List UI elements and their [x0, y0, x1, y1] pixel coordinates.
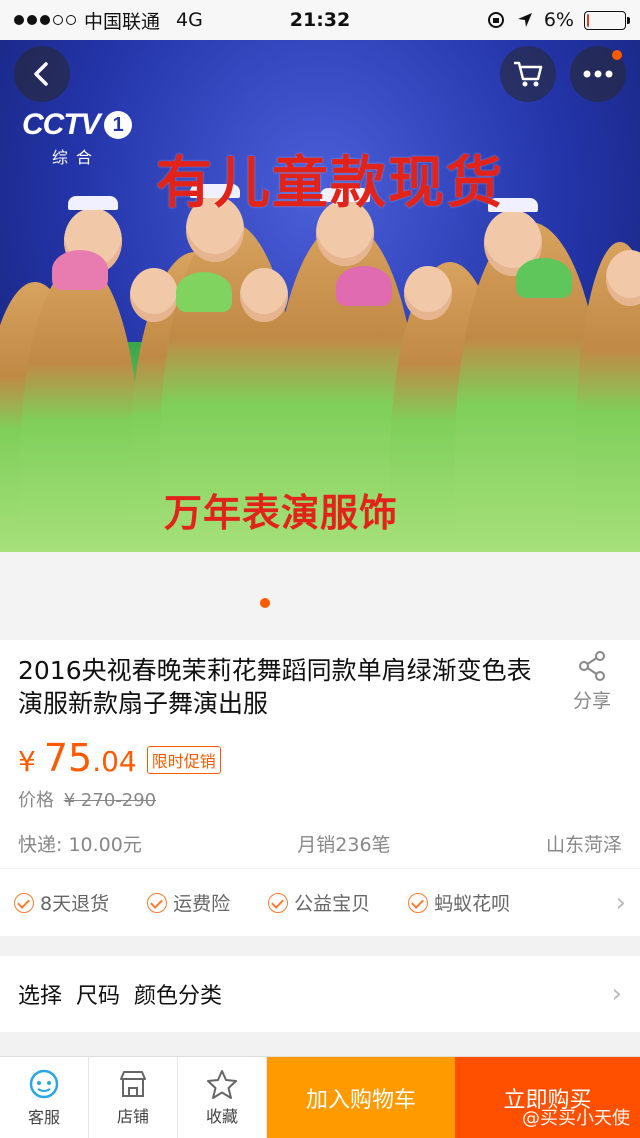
monthly-sales: 月销236笔	[297, 834, 391, 856]
original-price-value: ¥ 270-290	[63, 790, 157, 811]
color-option-label: 颜色分类	[134, 984, 223, 1009]
battery-percent: 6%	[543, 9, 574, 31]
service-label: 运费险	[173, 893, 231, 915]
promo-badge: 限时促销	[146, 746, 221, 774]
bottom-action-bar: 客服 店铺 收藏 加入购物车 立即购买 @买买小天使	[0, 1056, 640, 1138]
cart-button[interactable]	[500, 46, 556, 102]
service-item: 公益宝贝	[268, 889, 370, 916]
check-circle-icon	[408, 892, 429, 913]
rotation-lock-icon	[487, 12, 504, 28]
service-label: 蚂蚁花呗	[434, 893, 511, 915]
chevron-right-icon: ›	[611, 979, 622, 1009]
ship-from-location: 山东菏泽	[545, 834, 622, 856]
battery-icon	[584, 10, 630, 30]
size-option-label: 尺码	[76, 984, 121, 1009]
star-icon	[207, 1069, 237, 1099]
price: ¥ 75 .04 限时促销	[18, 736, 221, 780]
share-icon	[579, 651, 605, 681]
sku-selector[interactable]: 选择 尺码 颜色分类 ›	[0, 956, 640, 1032]
logo-channel: 1	[103, 111, 132, 139]
share-label: 分享	[572, 690, 611, 712]
cart-icon	[514, 61, 543, 87]
product-page: 中国联通 4G 21:32 6% CCTV 1 综合 有儿童款现货 万年表演服饰…	[0, 0, 640, 1138]
signal-icon	[14, 15, 76, 25]
product-info: 2016央视春晚茉莉花舞蹈同款单肩绿渐变色表演服新款扇子舞演出服 分享 ¥ 75…	[0, 640, 640, 936]
carousel-dot-active[interactable]	[260, 598, 270, 608]
chat-bubble-icon	[29, 1069, 59, 1098]
service-item: 8天退货	[14, 889, 109, 916]
battery-level	[587, 13, 590, 27]
price-integer: 75	[43, 736, 93, 780]
product-meta: 快递: 10.00元 月销236笔 山东菏泽	[18, 830, 622, 857]
network-type: 4G	[176, 9, 203, 31]
back-button[interactable]	[14, 46, 70, 102]
status-bar: 中国联通 4G 21:32 6%	[0, 0, 640, 40]
cctv-logo: CCTV 1 综合	[22, 108, 132, 168]
service-label: 8天退货	[40, 893, 110, 915]
buy-now-button[interactable]: 立即购买 @买买小天使	[455, 1057, 640, 1138]
favorite-button[interactable]: 收藏	[178, 1057, 267, 1138]
favorite-label: 收藏	[205, 1106, 238, 1126]
price-currency: ¥	[18, 745, 36, 778]
service-label: 公益宝贝	[294, 893, 371, 915]
product-image-carousel[interactable]: CCTV 1 综合 有儿童款现货	[0, 40, 640, 552]
service-item: 运费险	[147, 889, 230, 916]
logo-subtitle: 综合	[52, 148, 101, 167]
customer-service-label: 客服	[27, 1107, 60, 1127]
service-guarantees[interactable]: 8天退货 运费险 公益宝贝 蚂蚁花呗 ›	[0, 868, 640, 936]
original-price: 价格 ¥ 270-290	[18, 786, 156, 812]
hero-caption: 万年表演服饰	[164, 491, 399, 535]
carrier-name: 中国联通	[84, 10, 161, 33]
shop-label: 店铺	[116, 1106, 149, 1126]
check-circle-icon	[14, 892, 34, 913]
check-circle-icon	[268, 892, 289, 913]
more-dots-icon	[583, 70, 613, 78]
chevron-right-icon: ›	[615, 887, 626, 918]
check-circle-icon	[147, 892, 168, 913]
hero-headline: 有儿童款现货	[156, 151, 504, 216]
add-to-cart-button[interactable]: 加入购物车	[267, 1057, 455, 1138]
product-title: 2016央视春晚茉莉花舞蹈同款单肩绿渐变色表演服新款扇子舞演出服	[18, 656, 532, 718]
select-label: 选择	[18, 984, 63, 1009]
notification-dot	[612, 50, 622, 60]
price-decimal: .04	[92, 745, 137, 778]
logo-text: CCTV	[22, 108, 101, 141]
carousel-indicator	[0, 552, 640, 640]
customer-service-button[interactable]: 客服	[0, 1057, 89, 1138]
original-price-label: 价格	[18, 790, 54, 811]
watermark: @买买小天使	[522, 1108, 630, 1129]
chevron-left-icon	[34, 62, 48, 86]
location-arrow-icon	[517, 13, 532, 27]
shipping-fee: 快递: 10.00元	[18, 834, 142, 856]
more-button[interactable]	[570, 46, 626, 102]
share-button[interactable]: 分享	[562, 650, 622, 713]
service-item: 蚂蚁花呗	[408, 889, 510, 916]
shop-button[interactable]: 店铺	[89, 1057, 178, 1138]
shop-icon	[120, 1070, 146, 1097]
